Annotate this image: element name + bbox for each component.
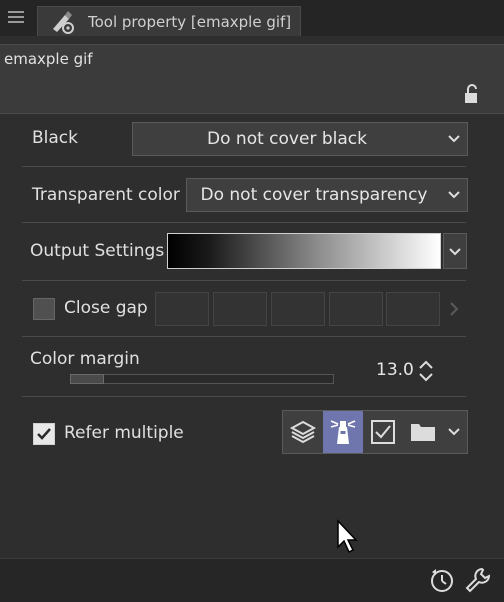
layers-icon (289, 420, 317, 444)
close-gap-level-3[interactable] (271, 292, 325, 326)
lock-icon[interactable] (463, 84, 481, 104)
close-gap-level-2[interactable] (213, 292, 267, 326)
cursor-icon (337, 519, 358, 554)
close-gap-level-1[interactable] (155, 292, 209, 326)
checkmark-icon (37, 428, 51, 440)
divider (22, 280, 466, 281)
divider (22, 222, 466, 223)
refer-selected-layer-button[interactable] (363, 411, 403, 453)
settings-icon[interactable] (464, 566, 492, 594)
divider (22, 396, 466, 397)
chevron-down-icon (449, 248, 461, 256)
color-margin-label: Color margin (30, 349, 140, 369)
black-dropdown[interactable]: Do not cover black (132, 122, 468, 156)
chevron-down-icon (448, 135, 460, 143)
output-settings-dropdown-button[interactable] (443, 233, 467, 269)
transparent-color-label: Transparent color (32, 185, 180, 205)
reference-layer-icon (330, 420, 356, 444)
close-gap-checkbox[interactable] (33, 298, 55, 320)
black-dropdown-value: Do not cover black (207, 129, 367, 149)
divider (22, 166, 466, 167)
tool-name: emaxple gif (4, 50, 93, 68)
transparent-color-dropdown[interactable]: Do not cover transparency (186, 178, 468, 212)
panel-footer (0, 558, 504, 602)
transparent-color-dropdown-value: Do not cover transparency (200, 185, 428, 205)
chevron-right-icon (450, 302, 459, 316)
refer-multiple-toolbar (282, 410, 468, 454)
refer-multiple-dropdown-button[interactable] (443, 411, 467, 453)
selected-layer-icon (371, 420, 395, 444)
reset-icon[interactable] (428, 566, 456, 594)
color-margin-slider-fill[interactable] (70, 374, 104, 384)
panel-titlebar: Tool property [emaxple gif] (0, 0, 504, 36)
refer-multiple-label: Refer multiple (64, 423, 184, 443)
tool-property-icon (53, 11, 74, 34)
refer-folder-button[interactable] (403, 411, 443, 453)
refer-multiple-checkbox[interactable] (33, 423, 55, 445)
output-settings-label: Output Settings (30, 241, 165, 261)
tab-title: Tool property [emaxple gif] (88, 13, 292, 31)
color-margin-slider[interactable] (70, 374, 334, 384)
black-label: Black (32, 128, 78, 148)
hamburger-icon[interactable] (8, 8, 24, 26)
refer-all-layers-button[interactable] (283, 411, 323, 453)
chevron-down-icon (448, 191, 460, 199)
divider (22, 336, 466, 337)
tab-tool-property[interactable]: Tool property [emaxple gif] (37, 6, 301, 36)
close-gap-label: Close gap (64, 298, 148, 318)
output-gradient-bar[interactable] (167, 233, 441, 269)
tool-name-panel: emaxple gif (0, 44, 504, 114)
close-gap-level-4[interactable] (329, 292, 383, 326)
spinner-icon[interactable] (417, 358, 435, 384)
chevron-down-icon (448, 428, 460, 436)
close-gap-level-5[interactable] (386, 292, 440, 326)
refer-reference-layer-button[interactable] (323, 411, 363, 453)
folder-icon (411, 424, 435, 441)
color-margin-value[interactable]: 13.0 (376, 360, 414, 380)
